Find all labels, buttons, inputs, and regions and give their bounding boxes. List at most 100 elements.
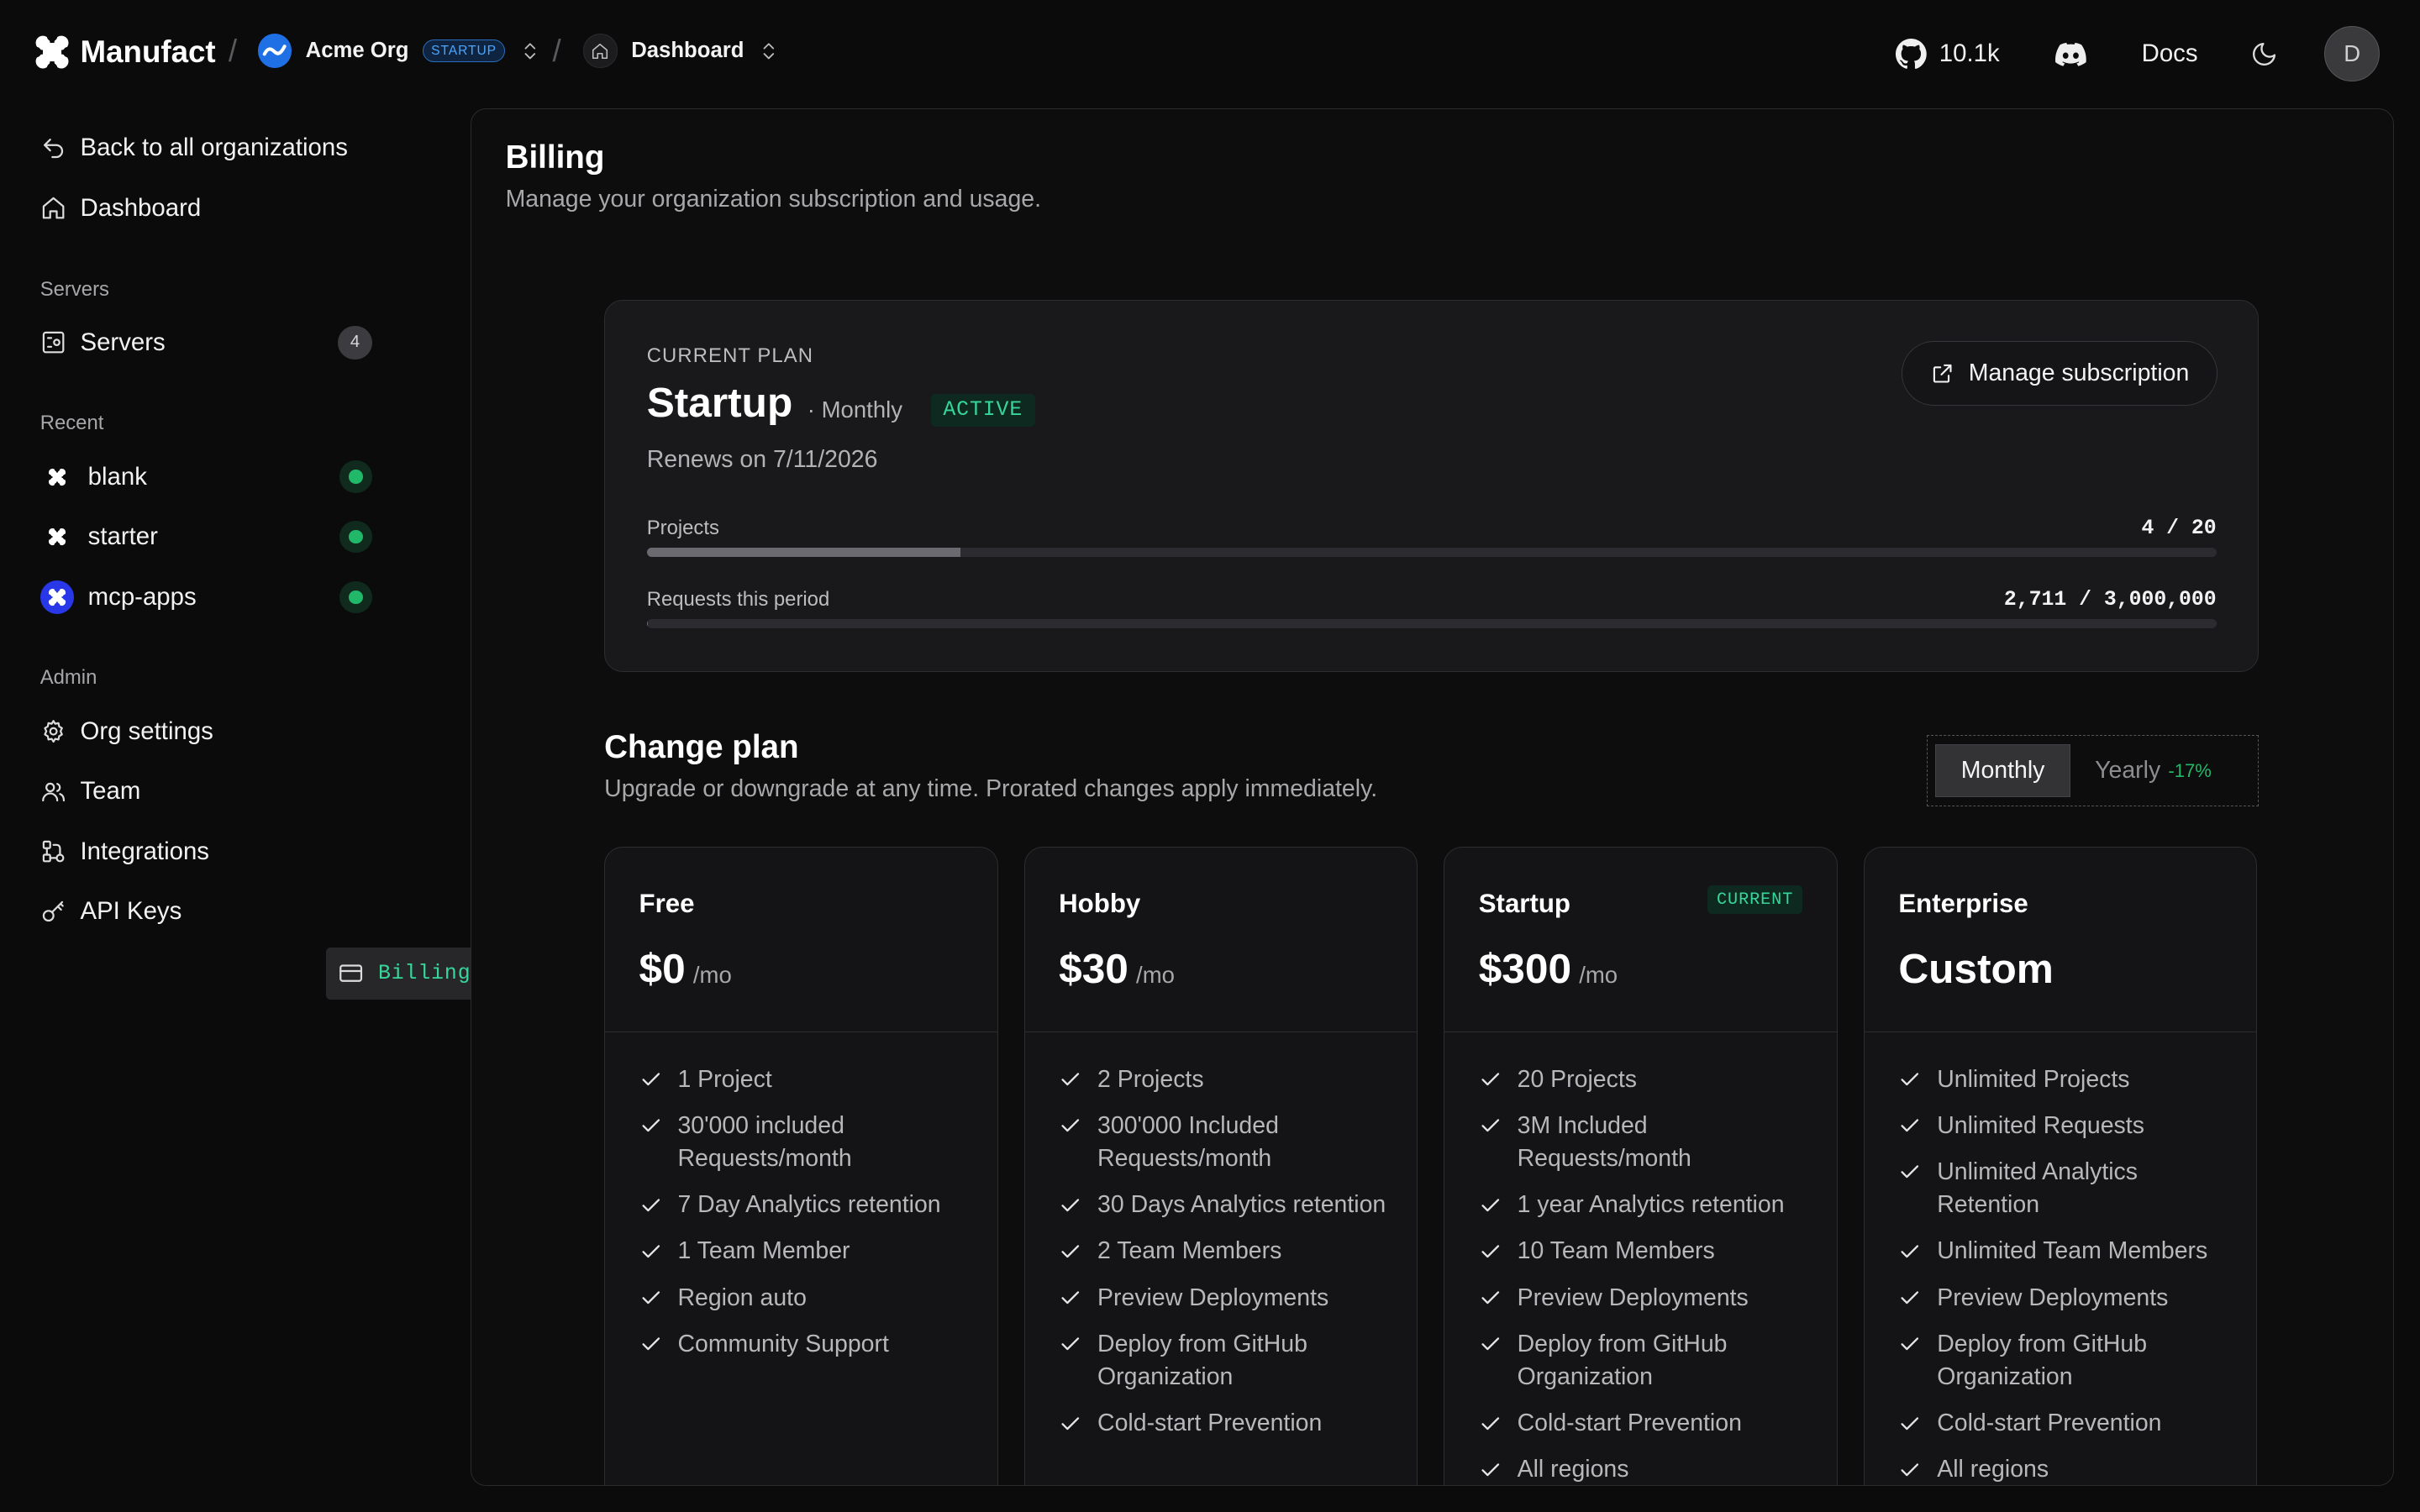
page-title: Billing: [505, 139, 605, 176]
plan-price-amount: $30: [1059, 945, 1128, 993]
plan-feature-list: 1 Project 30'000 included Requests/month 7…: [639, 1063, 979, 1374]
sidebar-item-integrations[interactable]: Integrations: [20, 826, 400, 878]
usage-progress-fill: [646, 618, 649, 628]
breadcrumb-separator: /: [552, 34, 561, 69]
sidebar-item-team[interactable]: Team: [20, 765, 400, 817]
plan-feature-text: 10 Team Members: [1517, 1237, 1715, 1265]
plan-feature-text: Unlimited Team Members: [1937, 1237, 2208, 1265]
plan-feature-text: 2 Team Members: [1097, 1237, 1282, 1265]
brand-name: Manufact: [80, 34, 216, 70]
plan-feature: 20 Projects: [1479, 1063, 1818, 1096]
plan-feature-text: Unlimited Analytics Retention: [1937, 1158, 2138, 1219]
plan-feature-text: 2 Projects: [1097, 1065, 1204, 1093]
org-name: Acme Org: [305, 39, 409, 63]
brand-logo[interactable]: Manufact: [34, 34, 216, 71]
avatar[interactable]: D: [2324, 26, 2381, 82]
sidebar-item-org-settings[interactable]: Org settings: [20, 705, 400, 757]
page-switcher[interactable]: Dashboard: [583, 34, 779, 68]
yearly-discount-badge: -17%: [2168, 759, 2212, 781]
sidebar-item-api-keys[interactable]: API Keys: [20, 885, 400, 937]
usage-progress-bar: [646, 548, 2217, 558]
sidebar-item-servers[interactable]: Servers 4: [20, 317, 400, 369]
check-icon: [1481, 1417, 1499, 1430]
plan-price-period: /mo: [1579, 962, 1618, 989]
usage-label: Projects: [646, 517, 719, 540]
plan-feature: 1 Team Member: [639, 1235, 979, 1268]
plan-feature: Region auto: [639, 1282, 979, 1315]
check-icon: [1901, 1245, 1919, 1258]
plan-card-header: Free $0/mo: [605, 848, 997, 1032]
recent-item-mcp-apps[interactable]: mcp-apps: [20, 571, 400, 623]
check-icon: [1901, 1337, 1919, 1351]
plan-feature-list: 2 Projects 300'000 Included Requests/mont…: [1059, 1063, 1398, 1454]
recent-item-starter[interactable]: starter: [20, 511, 400, 563]
plan-price-amount: $0: [639, 945, 686, 993]
moon-icon[interactable]: [2250, 40, 2278, 68]
plan-feature-text: Deploy from GitHub Organization: [1517, 1330, 1728, 1391]
discord-link[interactable]: [2054, 42, 2086, 66]
plan-feature: 1 year Analytics retention: [1479, 1189, 1818, 1221]
plan-feature: Deploy from GitHub Organization: [1479, 1328, 1818, 1394]
yearly-label: Yearly: [2095, 757, 2161, 784]
plan-name: Startup: [1478, 889, 1570, 919]
page-switcher-label: Dashboard: [631, 39, 744, 63]
check-icon: [1901, 1119, 1919, 1132]
check-icon: [1481, 1245, 1499, 1258]
check-icon: [1481, 1463, 1499, 1477]
plan-card-enterprise[interactable]: Enterprise Custom Unlimited Projects Unlimi…: [1863, 846, 2258, 1485]
server-icon: [42, 331, 65, 354]
current-plan-card: CURRENT PLAN Startup · Monthly ACTIVE Re…: [604, 300, 2260, 672]
plan-feature-text: All regions: [1937, 1456, 2049, 1483]
status-online-dot: [339, 520, 372, 554]
home-icon: [583, 34, 618, 68]
breadcrumb-separator: /: [228, 34, 238, 69]
plan-feature: 30'000 included Requests/month: [639, 1110, 979, 1176]
plan-feature-text: Cold-start Prevention: [1097, 1410, 1323, 1437]
plan-name: Enterprise: [1898, 889, 2028, 919]
billing-interval: · Monthly: [807, 396, 903, 423]
sidebar-item-label: Back to all organizations: [80, 134, 348, 162]
integrations-icon: [42, 841, 65, 863]
check-icon: [1481, 1119, 1499, 1132]
plan-feature: 10 Team Members: [1479, 1235, 1818, 1268]
plan-card-startup[interactable]: Startup CURRENT $300/mo 20 Projects 3M Inclu…: [1444, 846, 1838, 1485]
servers-count-badge: 4: [338, 325, 372, 360]
chevron-up-down-icon: [524, 43, 535, 60]
monthly-toggle-button[interactable]: Monthly: [1935, 744, 2070, 797]
billing-interval-toggle: Monthly Yearly -17%: [1927, 735, 2260, 806]
billing-panel: Billing Manage your organization subscri…: [471, 108, 2394, 1486]
page-subtitle: Manage your organization subscription an…: [505, 186, 1042, 213]
check-icon: [641, 1073, 660, 1086]
plan-feature-text: Unlimited Projects: [1937, 1065, 2130, 1093]
recent-item-blank[interactable]: blank: [20, 450, 400, 502]
plan-feature: 3M Included Requests/month: [1479, 1110, 1818, 1176]
project-logo-icon: [40, 520, 74, 554]
sidebar-item-label: Team: [80, 777, 141, 806]
sidebar-item-label: Org settings: [80, 717, 213, 745]
plan-feature-text: Community Support: [677, 1330, 889, 1357]
plan-price: $0/mo: [639, 944, 732, 993]
check-icon: [1481, 1337, 1499, 1351]
sidebar-item-dashboard[interactable]: Dashboard: [20, 182, 400, 234]
check-icon: [641, 1337, 660, 1351]
plan-feature: Preview Deployments: [1479, 1282, 1818, 1315]
gear-icon: [44, 720, 63, 743]
check-icon: [641, 1119, 660, 1132]
yearly-toggle-button[interactable]: Yearly -17%: [2070, 744, 2236, 796]
plan-feature-text: All regions: [1517, 1456, 1629, 1483]
external-link-icon: [1933, 364, 1952, 383]
org-switcher[interactable]: Acme Org STARTUP: [257, 34, 541, 68]
manage-subscription-button[interactable]: Manage subscription: [1901, 341, 2218, 407]
plan-card-free[interactable]: Free $0/mo 1 Project 30'000 included Reques…: [604, 846, 998, 1485]
docs-link[interactable]: Docs: [2142, 39, 2198, 68]
plan-card-hobby[interactable]: Hobby $30/mo 2 Projects 300'000 Included Re…: [1023, 846, 1418, 1485]
check-icon: [1481, 1199, 1499, 1212]
github-stars-link[interactable]: 10.1k: [1896, 38, 2000, 70]
back-to-organizations-link[interactable]: Back to all organizations: [20, 122, 400, 174]
plan-feature-text: 30'000 included Requests/month: [677, 1111, 852, 1173]
plan-feature-text: 3M Included Requests/month: [1517, 1111, 1691, 1173]
plan-feature: Deploy from GitHub Organization: [1898, 1328, 2238, 1394]
org-logo-icon: [257, 34, 292, 68]
check-icon: [1901, 1165, 1919, 1179]
usage-label: Requests this period: [646, 587, 830, 611]
